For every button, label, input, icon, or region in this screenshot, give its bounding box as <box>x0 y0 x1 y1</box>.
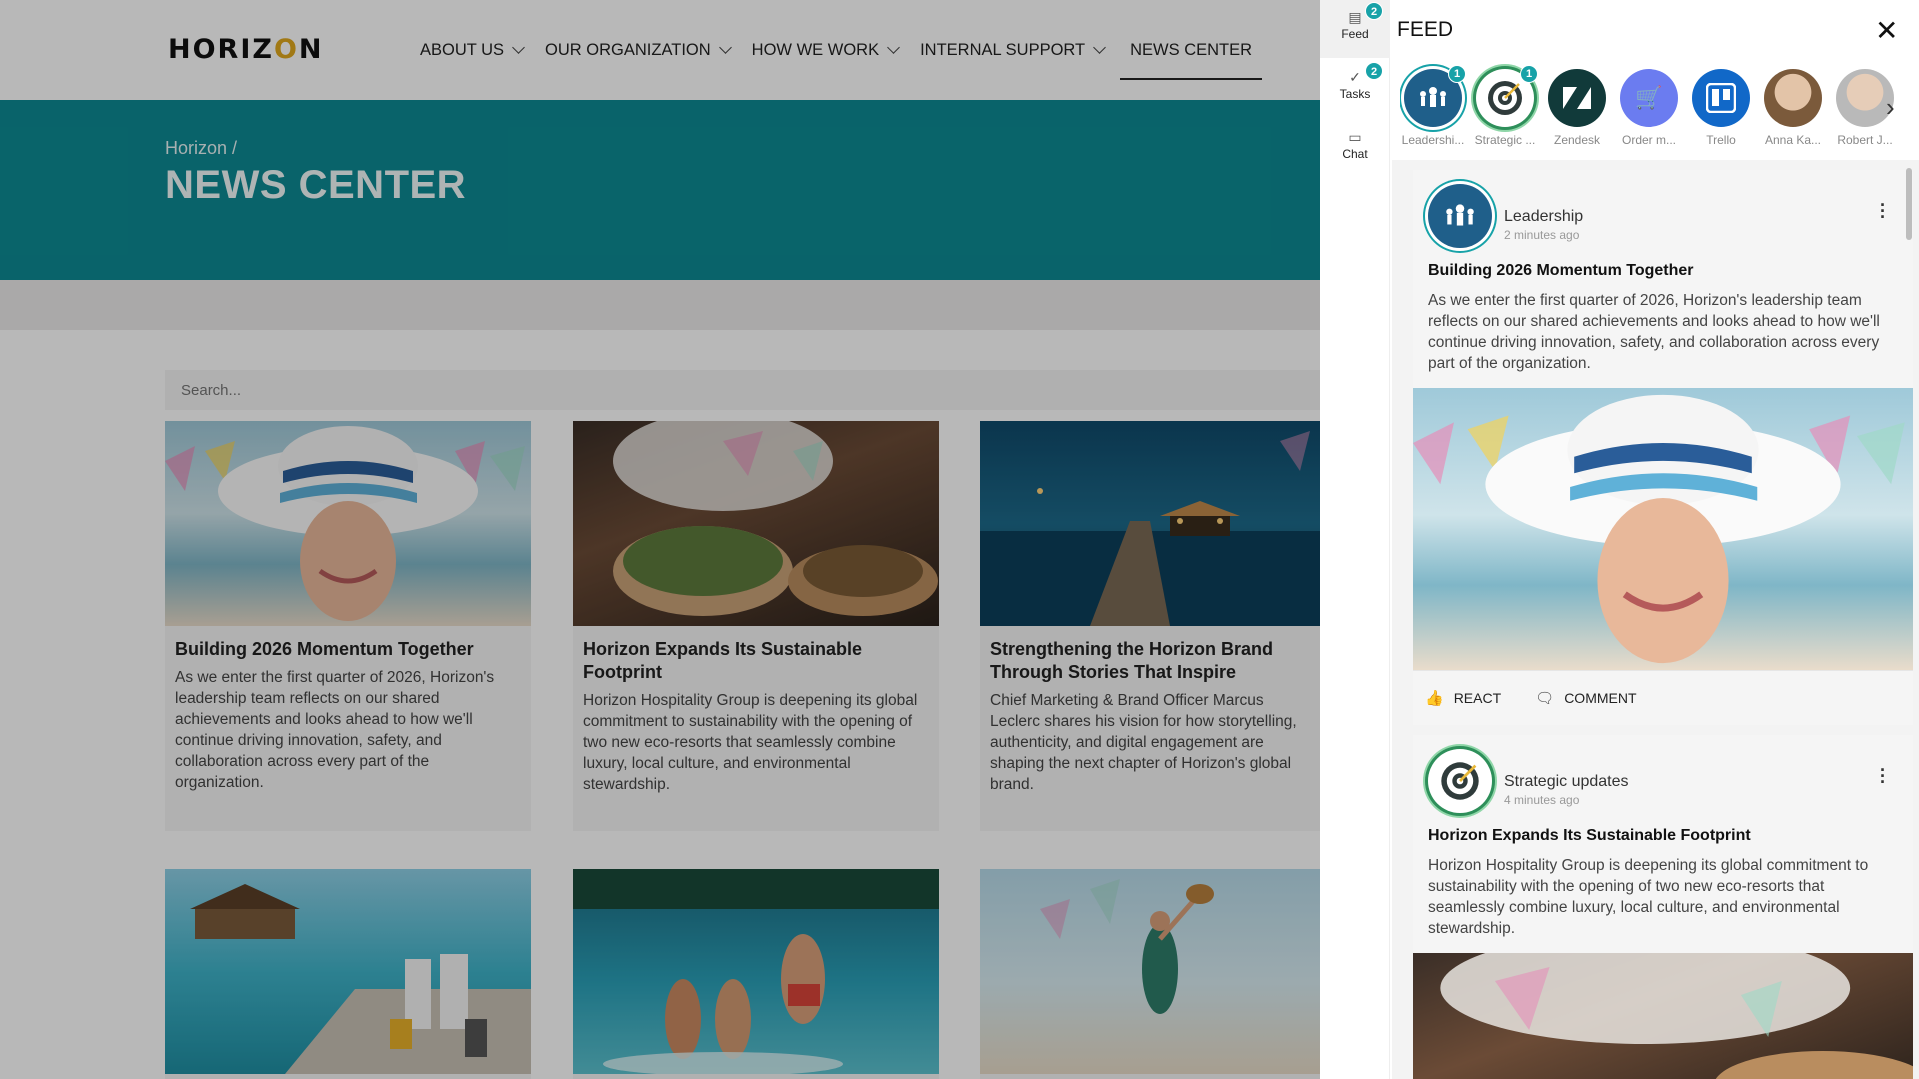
trello-icon <box>1692 69 1750 127</box>
post-actions: 👍 REACT 🗨 COMMENT <box>1413 670 1913 724</box>
post-author[interactable]: Strategic updates <box>1504 773 1629 791</box>
chevron-right-icon[interactable]: › <box>1886 92 1895 123</box>
post-author[interactable]: Leadership <box>1504 208 1583 226</box>
story-label: Strategic ... <box>1474 133 1536 147</box>
target-glyph <box>1441 762 1479 800</box>
tasks-count-badge: 2 <box>1365 62 1383 80</box>
rail-tasks-button[interactable]: ✓ Tasks 2 <box>1320 60 1390 118</box>
feed-post: Strategic updates 4 minutes ago · · · Hori… <box>1413 735 1913 1079</box>
target-icon[interactable] <box>1428 749 1492 813</box>
rail-tasks-label: Tasks <box>1339 87 1371 101</box>
story-strategic[interactable]: 1 Strategic ... <box>1472 64 1538 147</box>
story-leadership[interactable]: 1 Leadershi... <box>1400 64 1466 147</box>
post-text: As we enter the first quarter of 2026, H… <box>1428 292 1880 372</box>
story-trello[interactable]: Trello <box>1688 64 1754 147</box>
close-icon[interactable]: ✕ <box>1875 14 1898 47</box>
rail-feed-label: Feed <box>1341 27 1369 41</box>
post-text: Horizon Hospitality Group is deepening i… <box>1428 857 1869 937</box>
feed-scrollbar[interactable] <box>1906 168 1912 240</box>
sun-hat-photo <box>1413 394 1905 664</box>
panel-rail: ▤ Feed 2 ✓ Tasks 2 ▭ Chat <box>1320 0 1390 1079</box>
story-label: Anna Ka... <box>1764 133 1822 147</box>
story-label: Trello <box>1706 133 1736 147</box>
story-label: Robert J... <box>1837 133 1893 147</box>
target-glyph <box>1488 81 1522 115</box>
thumbs-up-icon: 👍 <box>1425 689 1444 707</box>
cart-icon: 🛒 <box>1620 69 1678 127</box>
page-dim-overlay[interactable] <box>0 0 1320 1079</box>
leadership-icon[interactable] <box>1428 184 1492 248</box>
story-label: Leadershi... <box>1401 133 1465 147</box>
more-options-icon[interactable]: · · · <box>1880 196 1886 226</box>
react-label: REACT <box>1453 689 1502 706</box>
rail-feed-button[interactable]: ▤ Feed 2 <box>1320 0 1390 58</box>
story-count-badge: 1 <box>1448 65 1466 83</box>
rail-chat-button[interactable]: ▭ Chat <box>1320 120 1390 178</box>
leadership-glyph <box>1420 87 1446 107</box>
post-header: Leadership 2 minutes ago · · · <box>1413 170 1913 250</box>
post-timestamp: 4 minutes ago <box>1504 793 1580 807</box>
leadership-glyph <box>1446 204 1474 226</box>
post-timestamp: 2 minutes ago <box>1504 228 1580 242</box>
panel-title: FEED <box>1397 18 1454 41</box>
feed-post: Leadership 2 minutes ago · · · Building 20… <box>1413 170 1913 725</box>
story-anna[interactable]: Anna Ka... <box>1760 64 1826 147</box>
more-options-icon[interactable]: · · · <box>1880 761 1886 791</box>
avatar <box>1764 69 1822 127</box>
comment-label: COMMENT <box>1564 689 1637 706</box>
target-icon: 1 <box>1476 65 1538 127</box>
chat-icon: ▭ <box>1348 129 1362 145</box>
zendesk-icon <box>1548 69 1606 127</box>
post-title: Horizon Expands Its Sustainable Footprin… <box>1428 827 1751 844</box>
story-label: Zendesk <box>1553 133 1601 147</box>
feed-count-badge: 2 <box>1365 2 1383 20</box>
post-title: Building 2026 Momentum Together <box>1428 262 1694 279</box>
feed-list: Leadership 2 minutes ago · · · Building 20… <box>1392 160 1919 1079</box>
comment-button[interactable]: 🗨 COMMENT <box>1535 689 1636 707</box>
check-icon: ✓ <box>1349 69 1361 85</box>
story-order-management[interactable]: 🛒 Order m... <box>1616 64 1682 147</box>
chef-photo <box>1440 953 1913 1079</box>
story-label: Order m... <box>1621 133 1676 147</box>
story-carousel: 1 Leadershi... 1 Strategic ... Zendesk 🛒 <box>1400 64 1918 154</box>
feed-panel: ▤ Feed 2 ✓ Tasks 2 ▭ Chat FEED ✕ 1 Leade… <box>1320 0 1919 1079</box>
story-zendesk[interactable]: Zendesk <box>1544 64 1610 147</box>
news-center-page: HORIZON ABOUT US OUR ORGANIZATION HOW WE… <box>0 0 1919 1079</box>
post-image[interactable] <box>1413 388 1913 670</box>
comment-icon: 🗨 <box>1535 689 1555 707</box>
feed-icon: ▤ <box>1348 9 1362 25</box>
leadership-icon: 1 <box>1404 65 1466 127</box>
post-image[interactable] <box>1413 953 1913 1079</box>
rail-chat-label: Chat <box>1342 147 1368 161</box>
zendesk-glyph <box>1563 87 1591 109</box>
post-header: Strategic updates 4 minutes ago · · · <box>1413 735 1913 815</box>
trello-glyph <box>1706 83 1736 113</box>
story-count-badge: 1 <box>1520 65 1538 83</box>
react-button[interactable]: 👍 REACT <box>1425 689 1501 707</box>
